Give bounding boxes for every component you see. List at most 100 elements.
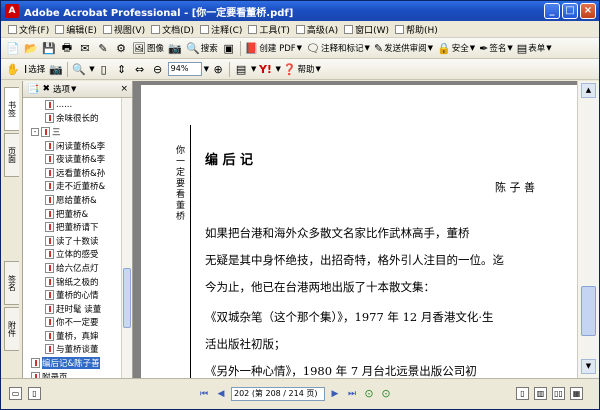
- page-layout-icon[interactable]: ▤: [233, 61, 249, 77]
- settings-icon[interactable]: ⚙: [113, 40, 129, 56]
- tab-bookmarks[interactable]: 书签: [4, 87, 19, 131]
- tab-pages[interactable]: 页面: [4, 133, 19, 177]
- document-viewport[interactable]: 你一定要看董桥 编 后 记 陈 子 善 如果把台港和海外众多散文名家比作武林高手…: [133, 81, 577, 378]
- back-view-icon[interactable]: ⊙: [362, 387, 376, 401]
- bookmark-item[interactable]: 走不近董桥&: [23, 180, 122, 194]
- bookmark-item[interactable]: ......: [23, 98, 122, 112]
- zoom-field[interactable]: 94%: [167, 62, 202, 76]
- forms-button[interactable]: ▤ 表单 ▼: [515, 42, 554, 55]
- tab-signatures[interactable]: 签名: [4, 261, 19, 305]
- bookmark-item[interactable]: 远看董桥&孙: [23, 166, 122, 180]
- chevron-down-icon[interactable]: ▼: [204, 65, 209, 73]
- zoom-plus-icon[interactable]: ⊕: [210, 61, 226, 77]
- secure-button[interactable]: 🔒 安全 ▼: [435, 42, 477, 55]
- bookmark-item[interactable]: 你不一定要: [23, 316, 122, 330]
- menu-edit[interactable]: 编辑(E): [52, 22, 100, 37]
- bookmark-item[interactable]: 把董桥&: [23, 207, 122, 221]
- sign-button[interactable]: ✒ 签名 ▼: [477, 42, 515, 55]
- bookmark-item[interactable]: 立体的感受: [23, 248, 122, 262]
- save-icon[interactable]: 💾: [41, 40, 57, 56]
- chevron-down-icon[interactable]: ▼: [89, 65, 94, 73]
- bookmark-item[interactable]: 读了十数读: [23, 234, 122, 248]
- fit-page-icon[interactable]: ⇕: [114, 61, 130, 77]
- scrollbar-thumb[interactable]: [123, 268, 131, 328]
- bookmark-item[interactable]: 董桥，真婶: [23, 329, 122, 343]
- actual-size-icon[interactable]: ▯: [96, 61, 112, 77]
- create-icon[interactable]: 📄: [5, 40, 21, 56]
- bookmark-item[interactable]: 赶时髦 读董: [23, 302, 122, 316]
- maximize-button[interactable]: □: [562, 3, 578, 19]
- bookmark-item[interactable]: 锦纸之极的: [23, 275, 122, 289]
- camera-icon[interactable]: 📷: [167, 40, 183, 56]
- print-icon[interactable]: 🖶: [59, 40, 75, 56]
- menu-window[interactable]: 窗口(W): [341, 22, 392, 37]
- bookmark-item[interactable]: 余味很长的: [23, 112, 122, 126]
- bookmark-item[interactable]: 愿给董桥&: [23, 193, 122, 207]
- search-button[interactable]: 🔍 搜索: [184, 42, 220, 55]
- bookmark-item[interactable]: 编后记&陈子善: [23, 356, 122, 370]
- title-bar[interactable]: A Adobe Acrobat Professional - [你一定要看董桥.…: [1, 1, 599, 21]
- menu-help[interactable]: 帮助(H): [392, 22, 441, 37]
- chevron-down-icon[interactable]: ▼: [71, 85, 76, 93]
- pdf-icon[interactable]: ▣: [221, 40, 237, 56]
- menu-tools[interactable]: 工具(T): [245, 22, 293, 37]
- prev-page-icon[interactable]: ◀: [214, 387, 228, 401]
- create-pdf-button[interactable]: 📕 创建 PDF ▼: [243, 42, 304, 55]
- bookmark-item[interactable]: 把董桥请下: [23, 220, 122, 234]
- email-icon[interactable]: ✉: [77, 40, 93, 56]
- comment-markup-button[interactable]: 🗨 注释和标记 ▼: [304, 42, 372, 55]
- first-page-icon[interactable]: ⏮: [197, 387, 211, 401]
- last-page-icon[interactable]: ⏭: [345, 387, 359, 401]
- bookmark-item[interactable]: -三: [23, 125, 122, 139]
- page-view-icon[interactable]: ▭: [9, 387, 22, 400]
- menu-view[interactable]: 视图(V): [100, 22, 148, 37]
- open-folder-icon[interactable]: 📂: [23, 40, 39, 56]
- pdf-image-button[interactable]: 🖼 图像: [130, 42, 166, 55]
- bookmark-item[interactable]: 闲读董桥&李: [23, 139, 122, 153]
- fit-width-icon[interactable]: ⇔: [132, 61, 148, 77]
- yahoo-icon[interactable]: Y!: [257, 61, 273, 77]
- close-panel-icon[interactable]: ×: [120, 84, 128, 94]
- bookmark-label: 给六亿点灯: [56, 263, 99, 274]
- page-size-icon[interactable]: ▯: [28, 387, 41, 400]
- zoom-in-icon[interactable]: 🔍: [71, 61, 87, 77]
- menu-document[interactable]: 文档(D): [148, 22, 197, 37]
- next-page-icon[interactable]: ▶: [328, 387, 342, 401]
- zoom-out-icon[interactable]: ⊖: [150, 61, 166, 77]
- chevron-down-icon[interactable]: ▼: [251, 65, 256, 73]
- scroll-down-icon[interactable]: ▼: [581, 359, 596, 374]
- collapse-icon[interactable]: -: [31, 127, 39, 136]
- close-button[interactable]: ×: [580, 3, 596, 19]
- snapshot-icon[interactable]: 📷: [48, 61, 64, 77]
- select-tool-button[interactable]: I 选择: [22, 63, 47, 76]
- bookmark-item[interactable]: 与董桥谈董: [23, 343, 122, 357]
- facing-icon[interactable]: ▯▯: [552, 387, 565, 400]
- menu-advanced[interactable]: 高级(A): [293, 22, 341, 37]
- hand-tool-icon[interactable]: ✋: [5, 61, 21, 77]
- bookmark-scrollbar[interactable]: [121, 98, 132, 378]
- page-number-field[interactable]: 202 (第 208 / 214 页): [231, 387, 325, 401]
- options-button[interactable]: 选项: [53, 83, 70, 95]
- menu-comments[interactable]: 注释(C): [197, 22, 245, 37]
- bookmark-item[interactable]: 给六亿点灯: [23, 261, 122, 275]
- document-scrollbar[interactable]: ▲ ▼: [577, 81, 599, 378]
- continuous-facing-icon[interactable]: ▦: [570, 387, 583, 400]
- tab-attachments[interactable]: 附件: [4, 307, 19, 351]
- delete-icon[interactable]: ✖: [42, 84, 50, 94]
- scrollbar-thumb[interactable]: [581, 286, 596, 336]
- menu-file[interactable]: 文件(F): [5, 22, 52, 37]
- edit-pencil-icon[interactable]: ✎: [95, 40, 111, 56]
- acrobat-icon[interactable]: A: [5, 4, 19, 18]
- send-review-button[interactable]: ✎ 发送供审阅 ▼: [372, 42, 435, 55]
- bookmark-item[interactable]: 董桥的心情: [23, 288, 122, 302]
- minimize-button[interactable]: _: [544, 3, 560, 19]
- scroll-up-icon[interactable]: ▲: [581, 83, 596, 98]
- bookmark-new-icon[interactable]: 📑: [27, 84, 39, 95]
- single-page-icon[interactable]: ▯: [516, 387, 529, 400]
- pdf-page[interactable]: 你一定要看董桥 编 后 记 陈 子 善 如果把台港和海外众多散文名家比作武林高手…: [141, 85, 577, 378]
- forward-view-icon[interactable]: ⊙: [379, 387, 393, 401]
- help-button[interactable]: ❓ 帮助 ▼: [281, 63, 323, 76]
- continuous-icon[interactable]: ▥: [534, 387, 547, 400]
- bookmark-item[interactable]: 附录页: [23, 370, 122, 378]
- bookmark-item[interactable]: 夜读董桥&李: [23, 152, 122, 166]
